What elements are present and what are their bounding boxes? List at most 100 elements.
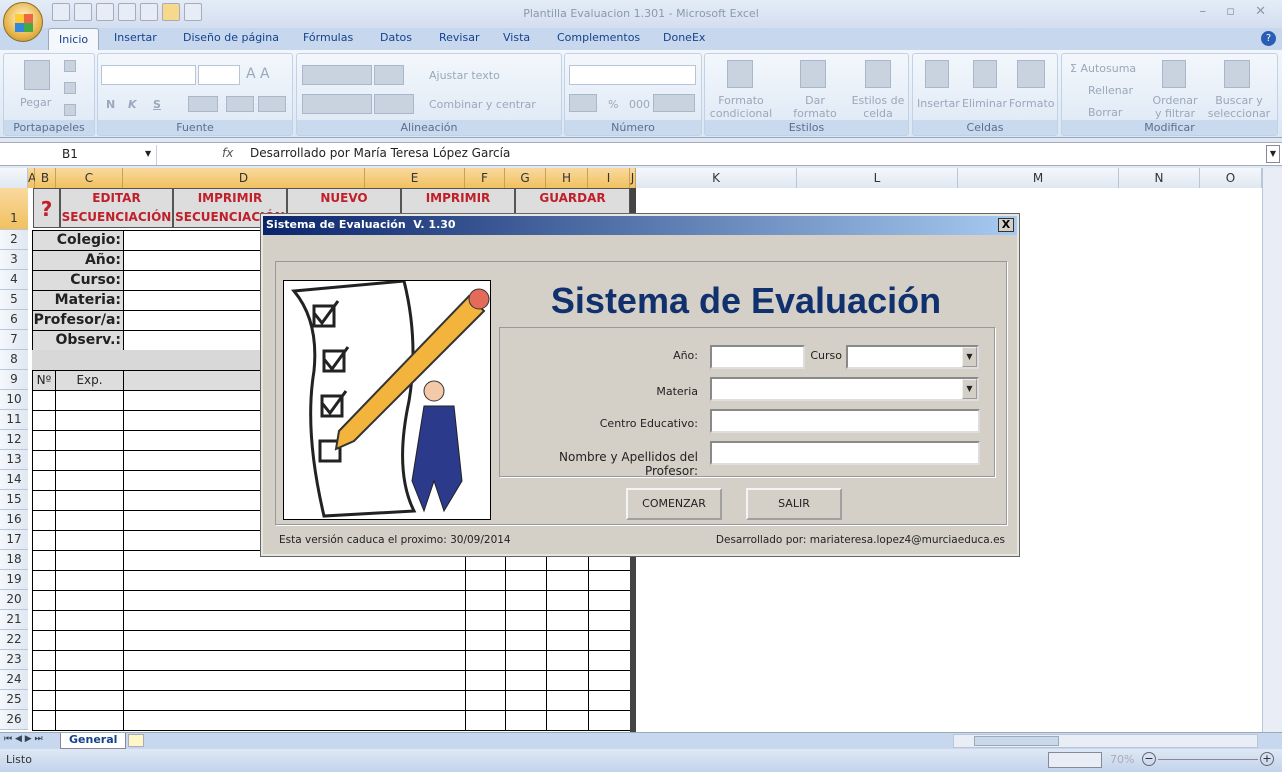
- scroll-thumb[interactable]: [974, 736, 1059, 746]
- fill-button[interactable]: Rellenar: [1088, 84, 1133, 97]
- table-cell[interactable]: [55, 430, 124, 451]
- row-header[interactable]: 26: [0, 710, 28, 730]
- table-cell[interactable]: [55, 450, 124, 471]
- cell-styles-icon[interactable]: [865, 60, 891, 88]
- row-header[interactable]: 6: [0, 310, 28, 330]
- fill-color-icon[interactable]: [226, 96, 254, 112]
- font-color-icon[interactable]: [258, 96, 286, 112]
- table-cell[interactable]: [505, 710, 547, 731]
- column-header[interactable]: G: [505, 168, 546, 188]
- chevron-down-icon[interactable]: ▼: [962, 347, 977, 367]
- zoom-level[interactable]: 70%: [1110, 753, 1134, 766]
- anio-input[interactable]: [710, 345, 805, 369]
- table-cell[interactable]: [588, 610, 631, 631]
- delete-cells-icon[interactable]: [973, 60, 997, 88]
- row-header[interactable]: 11: [0, 410, 28, 430]
- sheet-macro-button[interactable]: EDITAR SECUENCIACIÓN: [60, 188, 173, 228]
- column-header[interactable]: M: [958, 168, 1119, 188]
- table-cell[interactable]: [505, 610, 547, 631]
- table-format-icon[interactable]: [800, 60, 826, 88]
- table-cell[interactable]: [123, 590, 466, 611]
- tab-doneex[interactable]: DoneEx: [663, 31, 705, 44]
- table-cell[interactable]: [32, 470, 56, 491]
- format-painter-icon[interactable]: [64, 104, 76, 116]
- window-controls[interactable]: – ▫ ✕: [1200, 4, 1274, 19]
- table-cell[interactable]: [588, 590, 631, 611]
- tab-inicio[interactable]: Inicio: [48, 28, 100, 51]
- column-header[interactable]: N: [1119, 168, 1200, 188]
- delete-button[interactable]: Eliminar: [962, 97, 1007, 110]
- table-cell[interactable]: [32, 630, 56, 651]
- sheet-tab-general[interactable]: General: [60, 733, 127, 749]
- row-header[interactable]: 7: [0, 330, 28, 350]
- cut-icon[interactable]: [64, 60, 76, 72]
- paste-icon[interactable]: [24, 60, 50, 90]
- row-header[interactable]: 12: [0, 430, 28, 450]
- table-cell[interactable]: [123, 610, 466, 631]
- row-header[interactable]: 18: [0, 550, 28, 570]
- column-header[interactable]: I: [588, 168, 630, 188]
- help-icon[interactable]: ?: [1261, 31, 1276, 46]
- table-header[interactable]: Exp.: [55, 370, 124, 391]
- find-select-icon[interactable]: [1224, 60, 1250, 88]
- table-cell[interactable]: [588, 570, 631, 591]
- row-header[interactable]: 2: [0, 230, 28, 250]
- sort-filter-button[interactable]: Ordenar y filtrar: [1150, 94, 1200, 120]
- row-header[interactable]: 25: [0, 690, 28, 710]
- table-cell[interactable]: [32, 690, 56, 711]
- tab-insertar[interactable]: Insertar: [114, 31, 157, 44]
- table-cell[interactable]: [546, 630, 589, 651]
- table-cell[interactable]: [55, 550, 124, 571]
- table-cell[interactable]: [55, 530, 124, 551]
- table-cell[interactable]: [55, 610, 124, 631]
- name-box[interactable]: B1: [2, 145, 157, 165]
- table-cell[interactable]: [32, 410, 56, 431]
- row-header[interactable]: 23: [0, 650, 28, 670]
- materia-select[interactable]: ▼: [710, 377, 979, 401]
- row-header[interactable]: 16: [0, 510, 28, 530]
- select-all-corner[interactable]: [0, 168, 28, 188]
- cell-styles-button[interactable]: Estilos de celda: [849, 94, 907, 120]
- chevron-down-icon[interactable]: ▼: [145, 149, 151, 158]
- underline-button[interactable]: S: [153, 98, 161, 111]
- table-header[interactable]: Nº: [32, 370, 56, 391]
- autosum-button[interactable]: Σ Autosuma: [1070, 62, 1136, 75]
- currency-icon[interactable]: [569, 94, 597, 112]
- row-header[interactable]: 14: [0, 470, 28, 490]
- salir-button[interactable]: SALIR: [746, 488, 842, 520]
- merge-center-button[interactable]: Combinar y centrar: [429, 98, 536, 111]
- decimals-icon[interactable]: [653, 94, 695, 112]
- table-cell[interactable]: [465, 710, 506, 731]
- table-cell[interactable]: [32, 550, 56, 571]
- table-cell[interactable]: [32, 510, 56, 531]
- table-cell[interactable]: [55, 670, 124, 691]
- row-header[interactable]: 5: [0, 290, 28, 310]
- zoom-slider[interactable]: [1158, 759, 1258, 760]
- row-header[interactable]: 19: [0, 570, 28, 590]
- row-header[interactable]: 15: [0, 490, 28, 510]
- font-name-select[interactable]: [101, 65, 196, 85]
- row-header[interactable]: 13: [0, 450, 28, 470]
- table-cell[interactable]: [55, 650, 124, 671]
- table-cell[interactable]: [32, 610, 56, 631]
- format-button[interactable]: Formato: [1009, 97, 1055, 110]
- office-button[interactable]: [3, 2, 43, 42]
- column-header[interactable]: K: [636, 168, 797, 188]
- indent-icon[interactable]: [374, 94, 414, 114]
- table-cell[interactable]: [505, 570, 547, 591]
- row-header[interactable]: 8: [0, 350, 28, 370]
- table-cell[interactable]: [32, 590, 56, 611]
- table-cell[interactable]: [505, 650, 547, 671]
- tab-revisar[interactable]: Revisar: [439, 31, 479, 44]
- function-icon[interactable]: fx: [222, 146, 233, 160]
- table-cell[interactable]: [588, 670, 631, 691]
- row-header[interactable]: 24: [0, 670, 28, 690]
- conditional-format-button[interactable]: Formato condicional: [709, 94, 773, 120]
- table-cell[interactable]: [588, 650, 631, 671]
- profesor-input[interactable]: [710, 441, 980, 465]
- bold-button[interactable]: N: [106, 98, 115, 111]
- table-cell[interactable]: [123, 670, 466, 691]
- table-cell[interactable]: [465, 670, 506, 691]
- table-cell[interactable]: [546, 710, 589, 731]
- table-cell[interactable]: [546, 690, 589, 711]
